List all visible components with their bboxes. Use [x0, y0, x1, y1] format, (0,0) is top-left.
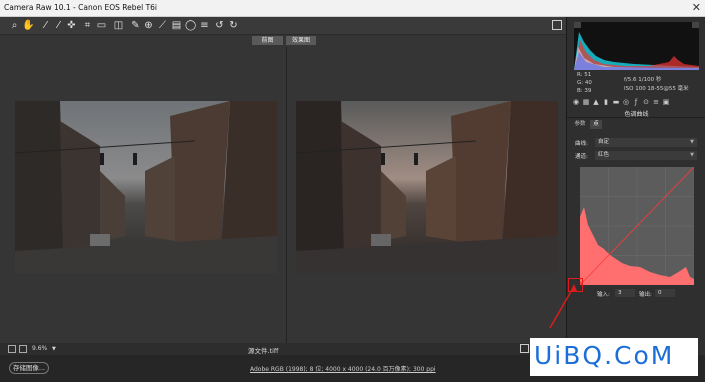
section-title: 色调曲线 — [567, 109, 705, 118]
g-value: G: 40 — [577, 80, 592, 86]
title-bar: Camera Raw 10.1 - Canon EOS Rebel T6i ✕ — [0, 0, 705, 17]
before-photo — [15, 101, 277, 273]
status-bar: 9.6% ▼ 源文件.tiff — [0, 343, 566, 355]
after-label[interactable]: 效果图 — [286, 36, 316, 45]
channel-select[interactable]: 通道: 红色 ▼ — [575, 151, 697, 160]
b-value: B: 39 — [577, 88, 592, 94]
hand-tool-icon[interactable]: ✋ — [22, 20, 34, 31]
iso-info: ISO 100 18-55@55 毫米 — [624, 86, 689, 92]
zoom-level[interactable]: 9.6% — [32, 345, 47, 352]
lens-icon[interactable]: ◎ — [622, 98, 630, 106]
targeted-adjust-icon[interactable]: ✜ — [66, 20, 77, 31]
zoom-in-icon[interactable] — [19, 345, 27, 353]
camera-calibration-icon[interactable]: ⊙ — [642, 98, 650, 106]
watermark-logo: UiBQ.CoM — [530, 338, 698, 376]
adjustments-panel: R: 51 G: 40 B: 39 f/5.6 1/100 秒 ISO 100 … — [566, 17, 705, 355]
annotation-arrow — [549, 284, 577, 329]
snapshots-icon[interactable]: ▣ — [662, 98, 670, 106]
curve-select[interactable]: 曲线: 自定 ▼ — [575, 138, 697, 147]
rgb-readout: R: 51 G: 40 B: 39 f/5.6 1/100 秒 ISO 100 … — [572, 72, 702, 96]
channel-label: 通道: — [575, 154, 588, 160]
chevron-down-icon[interactable]: ▼ — [52, 346, 56, 352]
tone-curve-icon[interactable]: ▦ — [582, 98, 590, 106]
save-image-button[interactable]: 存储图像... — [9, 362, 49, 374]
input-field[interactable]: 3 — [615, 289, 635, 297]
curve-mode-tabs: 参数 点 — [572, 120, 700, 130]
preview-area: 前图 效果图 — [0, 35, 566, 343]
view-mode-icon[interactable] — [520, 344, 529, 353]
workflow-options-link[interactable]: Adobe RGB (1998); 8 位; 4000 x 4000 (24.0… — [250, 364, 436, 373]
output-field[interactable]: 0 — [655, 289, 675, 297]
rotate-cw-icon[interactable]: ↻ — [228, 20, 239, 31]
graduated-filter-icon[interactable]: ▤ — [171, 20, 182, 31]
presets-icon[interactable]: ≡ — [652, 98, 660, 106]
zoom-tool-icon[interactable]: ⌕ — [9, 20, 20, 31]
output-label: 输出: — [639, 292, 652, 298]
curve-label: 曲线: — [575, 141, 588, 147]
tab-point[interactable]: 点 — [590, 120, 602, 129]
rotate-ccw-icon[interactable]: ↺ — [214, 20, 225, 31]
fullscreen-icon[interactable] — [552, 20, 562, 30]
split-divider — [286, 47, 287, 343]
exposure-info: f/5.6 1/100 秒 — [624, 77, 662, 83]
histogram — [574, 22, 699, 70]
hsl-icon[interactable]: ▮ — [602, 98, 610, 106]
spot-removal-icon[interactable]: ✎ — [130, 20, 141, 31]
basic-icon[interactable]: ◉ — [572, 98, 580, 106]
detail-icon[interactable]: ▲ — [592, 98, 600, 106]
transform-icon[interactable]: ◫ — [113, 20, 124, 31]
adjustment-brush-icon[interactable]: ⟋ — [157, 20, 168, 31]
curve-graph[interactable] — [579, 166, 695, 286]
radial-filter-icon[interactable]: ◯ — [185, 20, 196, 31]
prefs-icon[interactable]: ≡ — [199, 20, 210, 31]
after-photo — [296, 101, 558, 273]
crop-icon[interactable]: ⌗ — [82, 20, 93, 31]
chevron-down-icon[interactable]: ▼ — [690, 138, 694, 147]
window-title: Camera Raw 10.1 - Canon EOS Rebel T6i — [4, 3, 158, 12]
split-toning-icon[interactable]: ▬ — [612, 98, 620, 106]
curve-value[interactable]: 自定 — [595, 138, 697, 147]
chevron-down-icon[interactable]: ▼ — [690, 151, 694, 160]
white-balance-icon[interactable]: ⁄ — [40, 20, 51, 31]
straighten-icon[interactable]: ▭ — [96, 20, 107, 31]
tab-parametric[interactable]: 参数 — [572, 120, 588, 129]
watermark-text: UiBQ.CoM — [534, 341, 675, 370]
color-sampler-icon[interactable]: ⁄ — [53, 20, 64, 31]
zoom-out-icon[interactable] — [8, 345, 16, 353]
close-icon[interactable]: ✕ — [692, 1, 701, 14]
panel-tabs: ◉ ▦ ▲ ▮ ▬ ◎ ƒ ⊙ ≡ ▣ — [572, 98, 700, 108]
channel-value[interactable]: 红色 — [595, 151, 697, 160]
input-label: 输入: — [597, 292, 610, 298]
fx-icon[interactable]: ƒ — [632, 98, 640, 106]
before-label[interactable]: 前图 — [252, 36, 283, 45]
source-file: 源文件.tiff — [248, 347, 279, 355]
red-eye-icon[interactable]: ⊕ — [143, 20, 154, 31]
r-value: R: 51 — [577, 72, 592, 78]
